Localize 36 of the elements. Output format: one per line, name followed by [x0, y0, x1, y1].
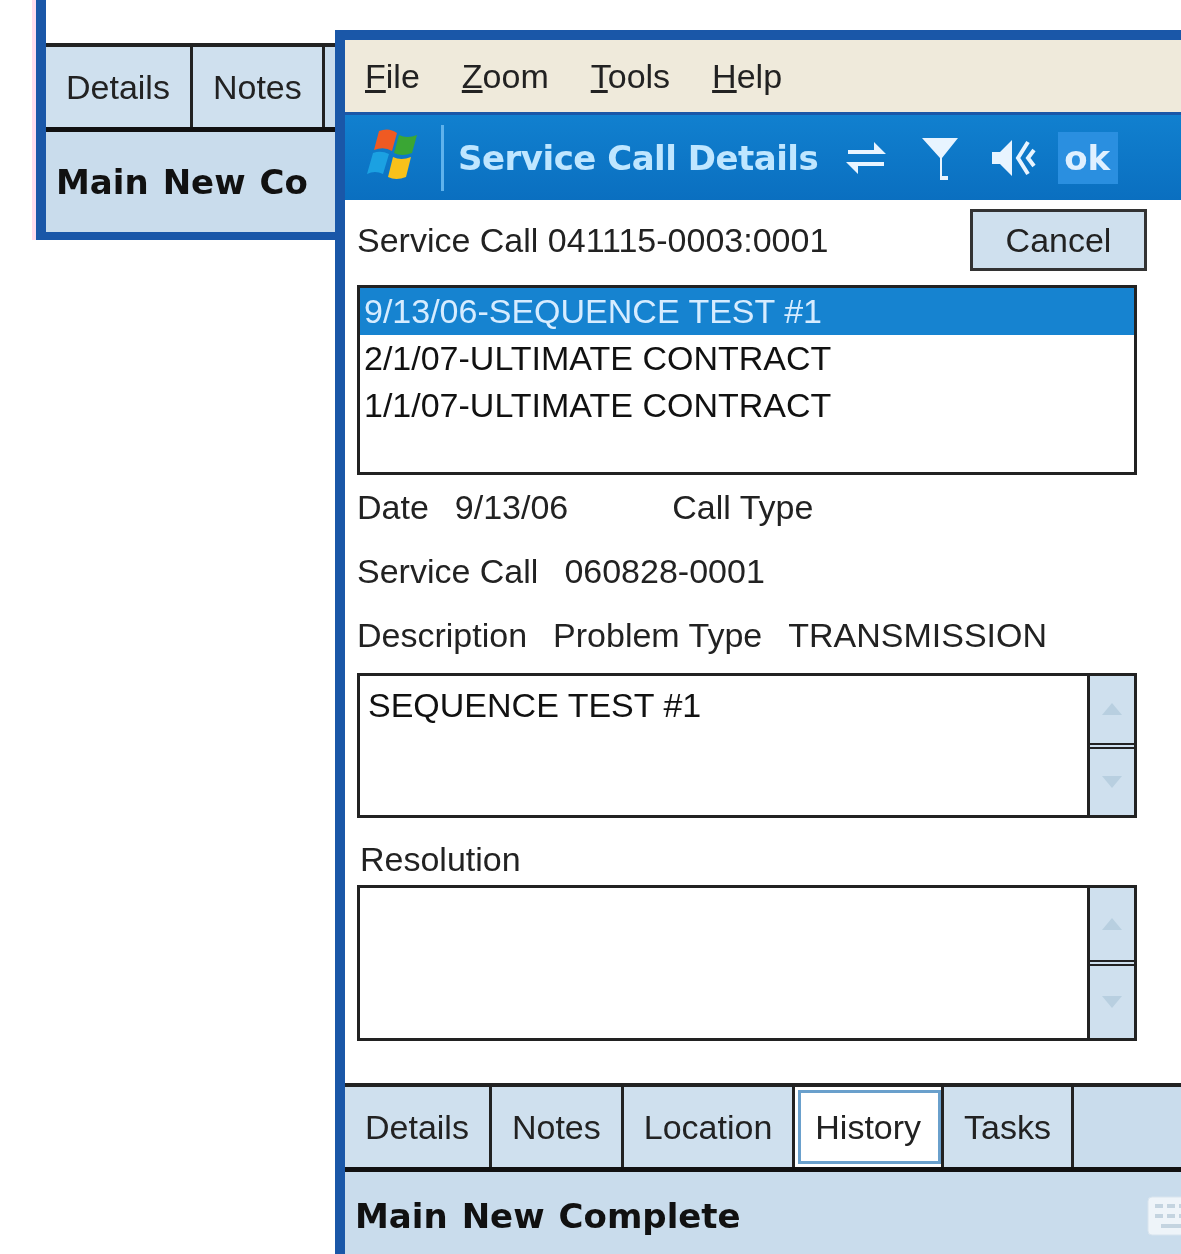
softkey[interactable]: New: [162, 162, 246, 202]
resolution-label: Resolution: [360, 840, 522, 879]
resolution-field[interactable]: [357, 885, 1087, 1041]
service-call-label: Service Call 041115-0003:0001: [357, 220, 829, 260]
tab[interactable]: Details: [46, 47, 193, 127]
tab[interactable]: Location: [623, 1087, 796, 1167]
field-value: 060828-0001: [564, 551, 765, 591]
field-label: Call Type: [672, 487, 814, 527]
field-label: Service Call: [357, 551, 539, 591]
menu-item[interactable]: File: [365, 56, 420, 96]
scrollbar[interactable]: [1087, 673, 1137, 818]
tab[interactable]: Tasks: [944, 1087, 1075, 1167]
softkey[interactable]: Co: [259, 162, 308, 202]
tab[interactable]: Notes: [192, 47, 325, 127]
scrollbar[interactable]: [1087, 885, 1137, 1041]
tab[interactable]: Details: [345, 1087, 492, 1167]
softkey[interactable]: Complete: [558, 1196, 741, 1236]
softkey[interactable]: New: [461, 1196, 545, 1236]
tab[interactable]: Notes: [491, 1087, 624, 1167]
list-item[interactable]: 1/1/07-ULTIMATE CONTRACT: [360, 382, 1134, 429]
history-list[interactable]: 9/13/06-SEQUENCE TEST #1 2/1/07-ULTIMATE CONTRACT 1/1/07-ULTIMATE CONTRACT: [357, 285, 1137, 475]
field-label: Description: [357, 615, 528, 655]
field-label: Problem Type: [553, 615, 763, 655]
field-label: Date: [357, 487, 429, 527]
menu-item[interactable]: Tools: [590, 56, 671, 96]
field-value: 9/13/06: [454, 487, 569, 527]
menu-item[interactable]: Help: [712, 56, 783, 96]
tab[interactable]: History: [795, 1087, 945, 1167]
field-value: TRANSMISSION: [788, 615, 1048, 655]
cancel-button[interactable]: Cancel: [970, 209, 1147, 271]
menu-item[interactable]: Zoom: [461, 56, 549, 96]
softkey[interactable]: Main: [56, 162, 149, 202]
description-field[interactable]: SEQUENCE TEST #1: [357, 673, 1087, 818]
softkey[interactable]: Main: [355, 1196, 448, 1236]
window-title: Service Call Details: [458, 137, 819, 178]
list-item[interactable]: 2/1/07-ULTIMATE CONTRACT: [360, 335, 1134, 382]
